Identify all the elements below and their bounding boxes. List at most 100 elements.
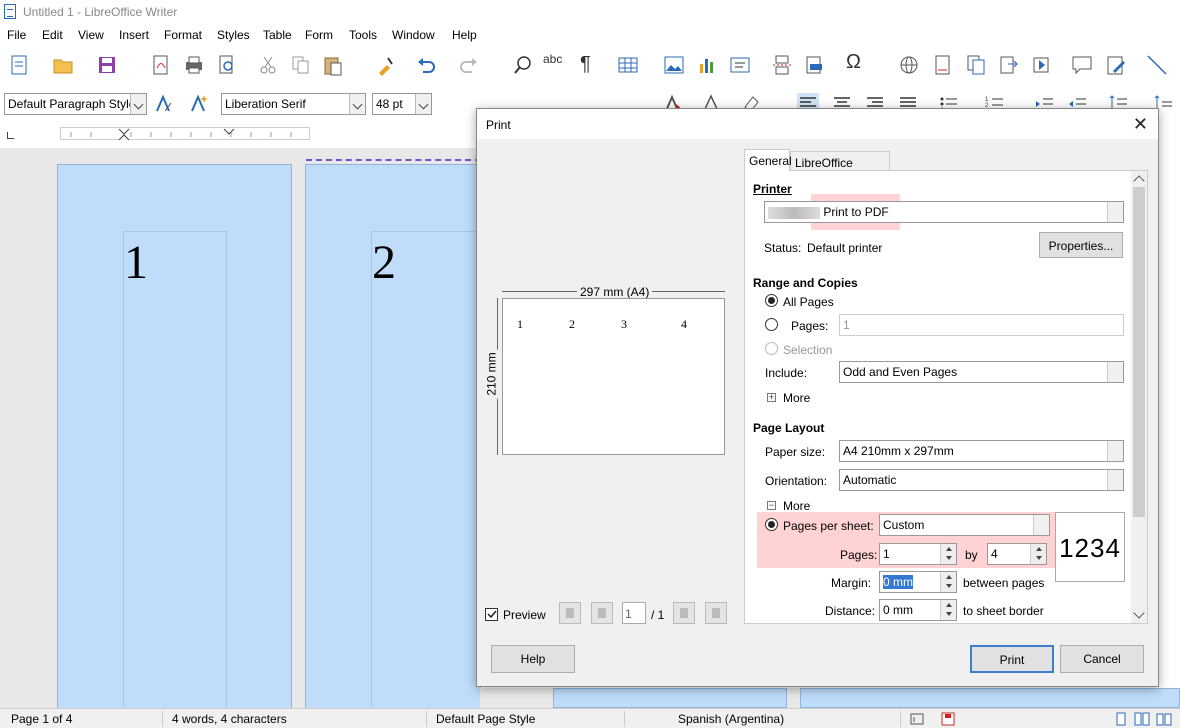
menu-file[interactable]: File <box>7 28 26 42</box>
menu-window[interactable]: Window <box>392 28 435 42</box>
spin-arrows-icon[interactable] <box>940 572 956 592</box>
menu-tools[interactable]: Tools <box>349 28 377 42</box>
bookmark-icon[interactable] <box>1031 54 1053 76</box>
save-icon[interactable] <box>96 54 118 76</box>
print-preview-icon[interactable] <box>216 54 238 76</box>
distance-spinner[interactable]: 0 mm <box>879 599 957 621</box>
paper-size-select[interactable]: A4 210mm x 297mm <box>839 440 1124 462</box>
layout-more-label[interactable]: More <box>783 499 810 513</box>
distance-suffix: to sheet border <box>963 604 1044 618</box>
menu-styles[interactable]: Styles <box>217 28 250 42</box>
help-button[interactable]: Help <box>491 645 575 673</box>
page-count-status[interactable]: Page 1 of 4 <box>11 712 72 726</box>
preview-page-input[interactable]: 1 <box>622 602 646 624</box>
document-page[interactable]: 2 <box>305 159 481 724</box>
page-style-status[interactable]: Default Page Style <box>436 712 535 726</box>
margin-spinner[interactable]: 0 mm <box>879 571 957 593</box>
tab-libreoffice-writer[interactable]: LibreOffice Writer <box>790 151 890 184</box>
spin-arrows-icon[interactable] <box>1030 544 1046 564</box>
find-replace-icon[interactable] <box>512 54 534 76</box>
collapse-minus-icon[interactable]: − <box>767 501 776 510</box>
previous-page-button[interactable] <box>591 602 613 624</box>
horizontal-ruler[interactable] <box>0 120 480 148</box>
menu-insert[interactable]: Insert <box>119 28 149 42</box>
next-page-button[interactable] <box>673 602 695 624</box>
open-folder-icon[interactable] <box>52 54 74 76</box>
pages-range-radio[interactable] <box>765 318 778 331</box>
insert-line-icon[interactable] <box>1146 54 1168 76</box>
spin-arrows-icon[interactable] <box>940 600 956 620</box>
scrollbar-thumb[interactable] <box>1133 187 1145 517</box>
redo-icon[interactable] <box>458 54 480 76</box>
paste-icon[interactable] <box>322 54 344 76</box>
pages-y-spinner[interactable]: 4 <box>987 543 1047 565</box>
new-document-icon[interactable] <box>9 54 31 76</box>
properties-button[interactable]: Properties... <box>1039 232 1123 258</box>
menu-view[interactable]: View <box>78 28 104 42</box>
clone-formatting-icon[interactable] <box>374 54 396 76</box>
include-select[interactable]: Odd and Even Pages <box>839 361 1124 383</box>
tab-stop-icon[interactable] <box>7 132 14 139</box>
endnote-icon[interactable] <box>965 54 987 76</box>
cancel-button[interactable]: Cancel <box>1060 645 1144 673</box>
hyperlink-icon[interactable] <box>898 54 920 76</box>
spin-arrows-icon[interactable] <box>940 544 956 564</box>
menu-form[interactable]: Form <box>305 28 333 42</box>
all-pages-radio[interactable] <box>765 294 778 307</box>
menu-format[interactable]: Format <box>164 28 202 42</box>
font-name-select[interactable]: Liberation Serif <box>221 93 366 115</box>
pages-x-spinner[interactable]: 1 <box>879 543 957 565</box>
book-view-icon[interactable] <box>1156 712 1172 726</box>
insert-textbox-icon[interactable] <box>729 54 751 76</box>
pages-per-sheet-select[interactable]: Custom <box>879 514 1050 536</box>
pages-range-input[interactable]: 1 <box>839 314 1124 336</box>
close-icon[interactable]: ✕ <box>1133 114 1148 135</box>
document-canvas[interactable]: 1 2 <box>0 148 481 724</box>
copy-icon[interactable] <box>290 54 312 76</box>
first-page-button[interactable] <box>559 602 581 624</box>
document-modified-icon[interactable] <box>941 712 955 726</box>
new-style-icon[interactable] <box>188 93 210 115</box>
scroll-up-icon[interactable] <box>1133 175 1145 187</box>
orientation-select[interactable]: Automatic <box>839 469 1124 491</box>
printer-select[interactable]: Print to PDF <box>764 201 1124 223</box>
preview-checkbox[interactable] <box>485 608 498 621</box>
cut-icon[interactable] <box>257 54 279 76</box>
insert-chart-icon[interactable] <box>696 54 718 76</box>
pages-per-sheet-radio[interactable] <box>765 518 778 531</box>
range-more-label[interactable]: More <box>783 391 810 405</box>
update-style-icon[interactable] <box>153 93 175 115</box>
special-character-icon[interactable]: Ω <box>846 51 861 74</box>
insert-table-icon[interactable] <box>617 54 639 76</box>
menu-table[interactable]: Table <box>263 28 292 42</box>
paragraph-style-select[interactable]: Default Paragraph Style <box>4 93 147 115</box>
export-pdf-icon[interactable] <box>150 54 172 76</box>
track-changes-icon[interactable] <box>1105 54 1127 76</box>
language-status[interactable]: Spanish (Argentina) <box>678 712 784 726</box>
font-size-select[interactable]: 48 pt <box>372 93 432 115</box>
page-break-icon[interactable] <box>771 54 793 76</box>
footnote-icon[interactable] <box>932 54 954 76</box>
insert-image-icon[interactable] <box>663 54 685 76</box>
undo-icon[interactable] <box>415 54 437 76</box>
single-page-view-icon[interactable] <box>1114 712 1128 726</box>
spellcheck-icon[interactable]: abc <box>543 52 562 66</box>
scroll-down-icon[interactable] <box>1133 607 1145 619</box>
insert-mode-icon[interactable] <box>910 712 924 726</box>
selection-radio[interactable] <box>765 342 778 355</box>
formatting-marks-icon[interactable]: ¶ <box>580 53 591 76</box>
print-icon[interactable] <box>183 54 205 76</box>
document-page[interactable]: 1 <box>57 164 292 724</box>
insert-field-icon[interactable] <box>804 54 826 76</box>
expand-plus-icon[interactable]: + <box>767 393 776 402</box>
comment-icon[interactable] <box>1071 54 1093 76</box>
print-button[interactable]: Print <box>970 645 1054 673</box>
settings-scrollbar[interactable] <box>1131 171 1147 623</box>
cross-reference-icon[interactable] <box>998 54 1020 76</box>
multi-page-view-icon[interactable] <box>1134 712 1150 726</box>
tab-general[interactable]: General <box>744 149 792 171</box>
word-count-status[interactable]: 4 words, 4 characters <box>172 712 287 726</box>
last-page-button[interactable] <box>705 602 727 624</box>
menu-edit[interactable]: Edit <box>42 28 63 42</box>
menu-help[interactable]: Help <box>452 28 477 42</box>
